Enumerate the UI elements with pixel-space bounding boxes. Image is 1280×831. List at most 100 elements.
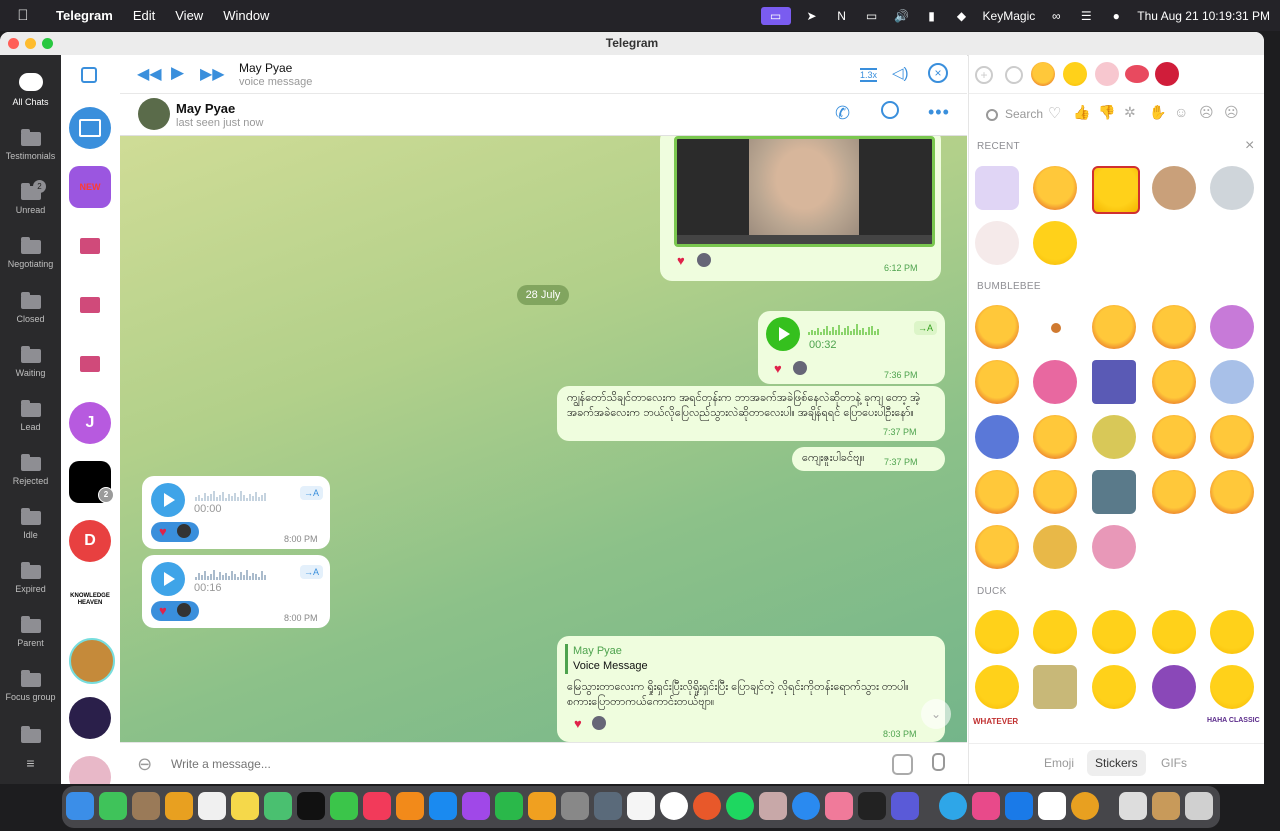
menu-edit[interactable]: Edit bbox=[123, 8, 165, 23]
sticker-recent-bee[interactable] bbox=[1033, 166, 1077, 210]
sticker-bee[interactable] bbox=[1152, 470, 1196, 514]
launchpad-icon[interactable] bbox=[165, 792, 193, 820]
notes-folder-icon[interactable] bbox=[132, 792, 160, 820]
sticker-recent-raccoon[interactable] bbox=[1210, 166, 1254, 210]
voice-waveform[interactable] bbox=[808, 323, 879, 335]
folder-stack-icon[interactable] bbox=[1152, 792, 1180, 820]
voice-play-button[interactable] bbox=[766, 317, 800, 351]
chat-avatar-dark[interactable]: 2 bbox=[69, 461, 114, 503]
calendar-icon[interactable] bbox=[627, 792, 655, 820]
siri-icon[interactable]: ● bbox=[1107, 9, 1125, 23]
folder-more[interactable] bbox=[0, 726, 61, 748]
folder-waiting[interactable]: Waiting bbox=[0, 346, 61, 378]
playback-speed-button[interactable]: 1.3x bbox=[860, 68, 878, 82]
sticker-bee[interactable] bbox=[1152, 305, 1196, 349]
add-pack-icon[interactable]: + bbox=[975, 66, 993, 84]
link-icon[interactable]: ∞ bbox=[1047, 9, 1065, 23]
sticker-bee[interactable] bbox=[975, 360, 1019, 404]
sticker-bee[interactable] bbox=[1210, 415, 1254, 459]
notion-dock-icon[interactable] bbox=[1038, 792, 1066, 820]
sticker-recent-duck-box[interactable] bbox=[1092, 166, 1140, 214]
video-thumbnail[interactable] bbox=[674, 136, 935, 247]
folder-focus-group[interactable]: Focus group bbox=[0, 670, 61, 702]
menu-window[interactable]: Window bbox=[213, 8, 279, 23]
duckduckgo-icon[interactable] bbox=[693, 792, 721, 820]
party-category-icon[interactable]: ✲ bbox=[1124, 104, 1136, 121]
notion-icon[interactable]: N bbox=[833, 9, 851, 23]
sticker-duck[interactable] bbox=[1092, 665, 1136, 709]
clear-recent-icon[interactable]: × bbox=[1245, 137, 1254, 155]
spotify-icon[interactable] bbox=[726, 792, 754, 820]
menu-view[interactable]: View bbox=[165, 8, 213, 23]
folder-negotiating[interactable]: Negotiating bbox=[0, 237, 61, 269]
heart-reaction-icon[interactable]: ♥ bbox=[574, 716, 582, 731]
screen-record-icon[interactable]: ▭ bbox=[760, 6, 791, 25]
sticker-bee[interactable] bbox=[1092, 305, 1136, 349]
sticker-duck[interactable] bbox=[1152, 665, 1196, 709]
chat-avatar-pink-2[interactable] bbox=[69, 284, 111, 326]
chat-avatar-girl[interactable] bbox=[69, 756, 111, 784]
photos-icon[interactable] bbox=[825, 792, 853, 820]
folder-rejected[interactable]: Rejected bbox=[0, 454, 61, 486]
folder-closed[interactable]: Closed bbox=[0, 292, 61, 324]
system-settings-icon[interactable] bbox=[561, 792, 589, 820]
sticker-bee[interactable] bbox=[1210, 360, 1254, 404]
sticker-bee[interactable] bbox=[1092, 470, 1136, 514]
heart-category-icon[interactable]: ♡ bbox=[1048, 104, 1061, 122]
sticker-recent-cat[interactable] bbox=[1152, 166, 1196, 210]
sticker-duck[interactable] bbox=[1033, 665, 1077, 709]
telegram-icon[interactable] bbox=[939, 792, 967, 820]
chat-avatar-pink-3[interactable] bbox=[69, 343, 111, 385]
chat-avatar-d[interactable]: D bbox=[69, 520, 111, 562]
chrome-icon[interactable] bbox=[1071, 792, 1099, 820]
message-voice-outgoing[interactable]: 00:32 →A ♥ 7:36 PM bbox=[758, 311, 945, 384]
trash-icon[interactable] bbox=[1185, 792, 1213, 820]
folder-unread[interactable]: 2 Unread bbox=[0, 180, 61, 215]
control-center-icon[interactable]: ☰ bbox=[1077, 9, 1095, 23]
search-icon[interactable] bbox=[881, 101, 899, 119]
pages-icon[interactable] bbox=[528, 792, 556, 820]
sticker-bee[interactable] bbox=[1152, 415, 1196, 459]
sticker-recent-bear[interactable] bbox=[975, 221, 1019, 265]
message-voice-incoming-1[interactable]: 00:00 →A ♥ 8:00 PM bbox=[142, 476, 330, 549]
utility-app-icon[interactable] bbox=[891, 792, 919, 820]
preview-icon[interactable] bbox=[594, 792, 622, 820]
sticker-bee[interactable] bbox=[1210, 305, 1254, 349]
thumbs-down-category-icon[interactable]: 👎 bbox=[1098, 104, 1115, 121]
finder-icon[interactable] bbox=[66, 792, 94, 820]
chatgpt-icon[interactable] bbox=[660, 792, 688, 820]
battery-icon[interactable]: ▮ bbox=[923, 9, 941, 23]
sticker-duck[interactable] bbox=[1152, 610, 1196, 654]
chat-avatar-night[interactable] bbox=[69, 697, 111, 739]
sticker-bee[interactable] bbox=[975, 305, 1019, 349]
volume-icon[interactable]: 🔊 bbox=[893, 9, 911, 23]
send-icon[interactable]: ➤ bbox=[803, 9, 821, 23]
message-input[interactable] bbox=[169, 753, 873, 775]
folder-idle[interactable]: Idle bbox=[0, 508, 61, 540]
sticker-duck-whatever[interactable]: WHATEVER bbox=[973, 717, 1018, 726]
sticker-bee[interactable] bbox=[1152, 360, 1196, 404]
sticker-duck-haha-classic[interactable]: HAHA CLASSIC bbox=[1207, 717, 1260, 724]
compose-icon[interactable] bbox=[81, 67, 97, 83]
sticker-bee[interactable] bbox=[975, 470, 1019, 514]
sticker-search-input[interactable]: Search bbox=[1005, 107, 1043, 121]
voice-waveform[interactable] bbox=[195, 568, 266, 580]
archive-avatar[interactable] bbox=[69, 107, 111, 149]
chat-avatar-j[interactable]: J bbox=[69, 402, 111, 444]
angry-category-icon[interactable]: ☹ bbox=[1224, 104, 1239, 121]
rewind-icon[interactable]: ◀◀ bbox=[137, 64, 162, 84]
sticker-duck[interactable] bbox=[975, 665, 1019, 709]
speaker-icon[interactable]: ◁) bbox=[892, 64, 909, 82]
attach-icon[interactable]: ⊘ bbox=[132, 752, 157, 778]
sticker-duck[interactable] bbox=[1210, 665, 1254, 709]
message-video[interactable]: ♥ 6:12 PM bbox=[660, 136, 941, 281]
sticker-duck[interactable] bbox=[1092, 610, 1136, 654]
sticker-bee[interactable] bbox=[1033, 415, 1077, 459]
message-text-1[interactable]: ကျွန်တော်သိချင်တာလေးက အရင်တုန်းက ဘာအခက်အ… bbox=[557, 386, 945, 441]
sticker-bee[interactable] bbox=[975, 415, 1019, 459]
message-text-2[interactable]: ကျေးဇူးပါခင်ဗျ။ 7:37 PM bbox=[792, 447, 945, 471]
notes-icon[interactable] bbox=[231, 792, 259, 820]
pack-cherry-icon[interactable] bbox=[1155, 62, 1179, 86]
sticker-gift[interactable] bbox=[975, 166, 1019, 210]
apple-tv-icon[interactable] bbox=[297, 792, 325, 820]
